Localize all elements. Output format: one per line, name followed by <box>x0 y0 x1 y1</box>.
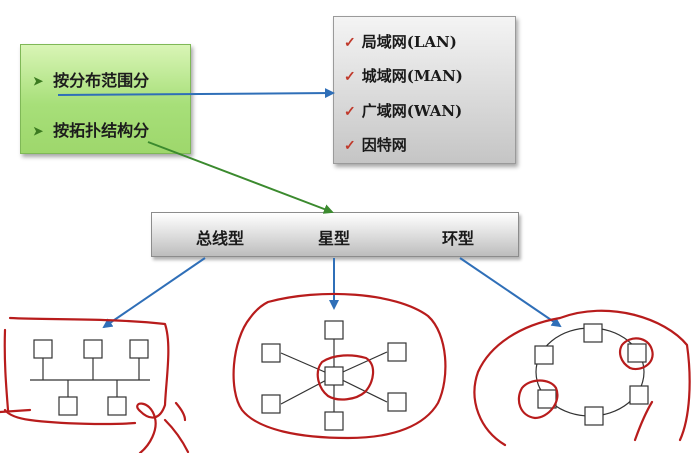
bus-node <box>129 339 149 359</box>
ring-arrow <box>459 257 562 328</box>
star-node <box>324 411 344 431</box>
diagram-overlay <box>0 88 691 453</box>
star-node <box>261 343 281 363</box>
star-topology-diagram <box>261 320 407 431</box>
bus-topology-diagram <box>30 339 150 416</box>
range-arrow <box>57 88 335 99</box>
bus-node <box>107 396 127 416</box>
ring-node <box>627 343 647 363</box>
bus-node <box>58 396 78 416</box>
bus-node <box>33 339 53 359</box>
handwritten-annotations <box>0 292 691 453</box>
bus-node <box>83 339 103 359</box>
topology-arrow <box>147 141 334 214</box>
star-node <box>261 394 281 414</box>
network-classification-slide: ➤ 按分布范围分 ➤ 按拓扑结构分 ✓ 局域网(LAN) ✓ 城域网(MAN) ✓ 广域网… <box>0 0 692 453</box>
ring-node <box>629 385 649 405</box>
star-node <box>387 392 407 412</box>
ring-node <box>583 323 603 343</box>
ring-annotation-scribble <box>473 309 691 447</box>
ring-node <box>534 345 554 365</box>
star-node <box>324 320 344 340</box>
star-hub-node <box>324 366 344 386</box>
bus-annotation-scribble <box>0 316 190 453</box>
bus-arrow <box>102 257 206 329</box>
ring-node <box>584 406 604 426</box>
star-node <box>387 342 407 362</box>
ring-node <box>537 389 557 409</box>
